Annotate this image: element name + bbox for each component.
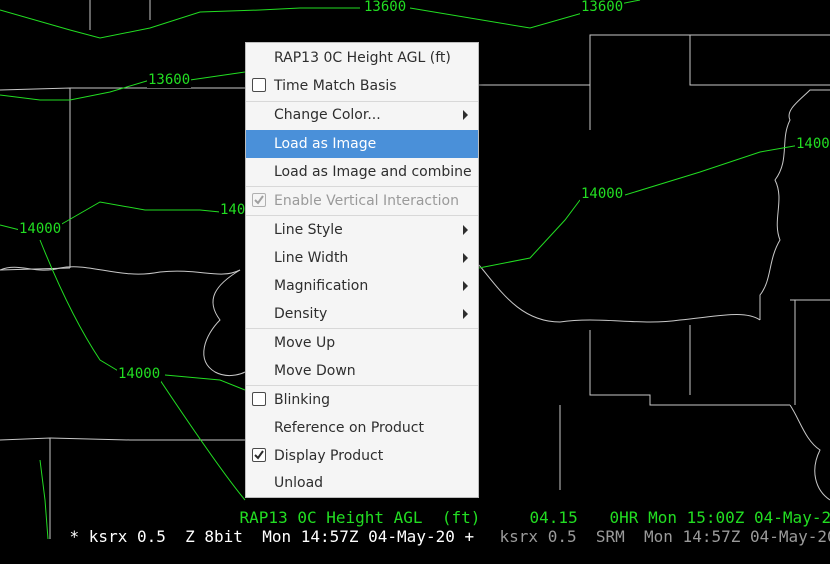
- menu-item-load-as-image[interactable]: Load as Image: [246, 130, 478, 158]
- contour-label: 14000: [117, 366, 162, 382]
- menu-item-label: Line Width: [274, 250, 349, 266]
- submenu-arrow-icon: [463, 110, 468, 120]
- menu-item-time-match-basis[interactable]: Time Match Basis: [246, 72, 478, 100]
- legend-product-name[interactable]: RAP13 0C Height AGL (ft): [240, 508, 481, 527]
- contour-label: 14000: [18, 221, 63, 237]
- contour-label: 13600: [147, 72, 192, 88]
- menu-header: RAP13 0C Height AGL (ft): [246, 44, 478, 72]
- contour-label: 13600: [580, 0, 625, 15]
- legend-radar-product[interactable]: * ksrx 0.5 Z 8bit Mon 14:57Z 04-May-20 +: [70, 527, 475, 546]
- menu-item-blinking[interactable]: Blinking: [246, 386, 478, 414]
- legend-product-value: 04.15: [529, 508, 578, 527]
- menu-item-load-as-image-combine[interactable]: Load as Image and combine: [246, 158, 478, 186]
- menu-item-label: Change Color...: [274, 107, 381, 123]
- menu-header-label: RAP13 0C Height AGL (ft): [274, 50, 451, 66]
- legend-radar-product-secondary[interactable]: ksrx 0.5 SRM Mon 14:57Z 04-May-20: [500, 527, 830, 546]
- checkbox-icon[interactable]: [252, 448, 266, 462]
- menu-item-reference-on-product[interactable]: Reference on Product: [246, 414, 478, 442]
- submenu-arrow-icon: [463, 281, 468, 291]
- menu-item-label: Move Down: [274, 363, 356, 379]
- contour-label: 13600: [363, 0, 408, 15]
- submenu-arrow-icon: [463, 253, 468, 263]
- checkbox-icon[interactable]: [252, 78, 266, 92]
- menu-item-label: Blinking: [274, 392, 331, 408]
- menu-item-move-down[interactable]: Move Down: [246, 357, 478, 385]
- menu-item-density[interactable]: Density: [246, 300, 478, 328]
- submenu-arrow-icon: [463, 309, 468, 319]
- menu-item-unload[interactable]: Unload: [246, 469, 478, 497]
- menu-item-enable-vertical-interaction: Enable Vertical Interaction: [246, 187, 478, 215]
- menu-item-line-width[interactable]: Line Width: [246, 244, 478, 272]
- checkbox-icon: [252, 193, 266, 207]
- menu-item-move-up[interactable]: Move Up: [246, 329, 478, 357]
- submenu-arrow-icon: [463, 225, 468, 235]
- checkmark-icon: [254, 195, 264, 205]
- contour-label: 14000: [580, 186, 625, 202]
- menu-item-label: Line Style: [274, 222, 343, 238]
- menu-item-magnification[interactable]: Magnification: [246, 272, 478, 300]
- menu-item-label: Load as Image: [274, 136, 377, 152]
- contour-label: 14000: [795, 137, 830, 152]
- menu-item-change-color[interactable]: Change Color...: [246, 101, 478, 129]
- checkbox-icon[interactable]: [252, 392, 266, 406]
- menu-item-label: Move Up: [274, 335, 336, 351]
- legend-product-time: 0HR Mon 15:00Z 04-May-20: [609, 508, 830, 527]
- menu-item-label: Display Product: [274, 448, 384, 464]
- checkmark-icon: [254, 450, 264, 460]
- context-menu: RAP13 0C Height AGL (ft) Time Match Basi…: [245, 42, 479, 498]
- menu-item-label: Density: [274, 306, 328, 322]
- menu-item-line-style[interactable]: Line Style: [246, 216, 478, 244]
- menu-item-label: Load as Image and combine: [274, 164, 472, 180]
- menu-item-label: Reference on Product: [274, 420, 424, 436]
- menu-item-label: Magnification: [274, 278, 369, 294]
- menu-item-label: Enable Vertical Interaction: [274, 193, 459, 209]
- menu-item-label: Time Match Basis: [274, 78, 397, 94]
- contour-label: 140: [219, 202, 247, 218]
- menu-item-label: Unload: [274, 475, 324, 491]
- menu-item-display-product[interactable]: Display Product: [246, 442, 478, 470]
